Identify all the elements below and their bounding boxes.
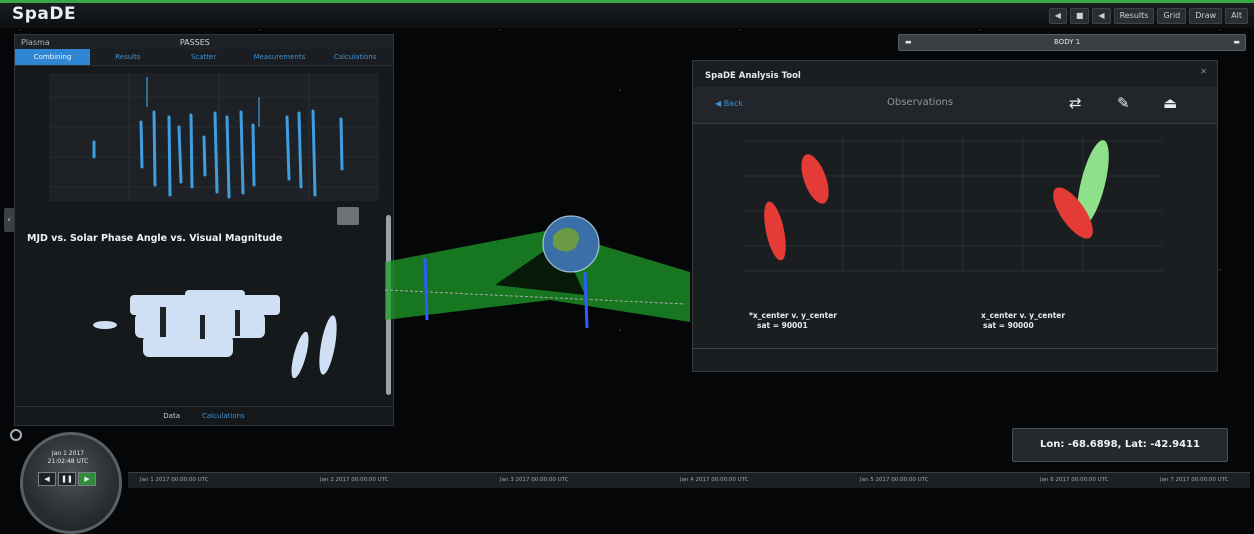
playback-controls: ◀ ❚❚ ▶ [38, 472, 96, 486]
coordinates-readout: Lon: -68.6898, Lat: -42.9411 [1012, 428, 1228, 462]
toolbar-button-results[interactable]: Results [1113, 8, 1155, 24]
footer-tab-calculations[interactable]: Calculations [202, 407, 245, 425]
observations-label: Observations [887, 97, 954, 108]
upload-icon[interactable]: ⏏ [1163, 94, 1177, 112]
dropdown-label: BODY 1 [1054, 38, 1081, 46]
analysis-tool-panel: SpaDE Analysis Tool ✕ ◀ Back Observation… [692, 60, 1218, 372]
analysis-toolbar: ◀ Back Observations ⇄ ✎ ⏏ [693, 87, 1217, 124]
clock-date-line2: 21:02:48 UTC [47, 458, 89, 465]
back-button[interactable]: ◀ Back [715, 99, 743, 108]
timeline-bar[interactable]: Jan 1 2017 00:00:00 UTC Jan 2 2017 00:00… [128, 472, 1250, 488]
right-series-label-line2: sat = 90000 [983, 321, 1034, 330]
app-title: SpaDE [12, 4, 77, 24]
toolbar-button-grid[interactable]: Grid [1157, 8, 1187, 24]
left-panel-header-title: PASSES [179, 37, 210, 47]
analysis-bottom-bar [693, 348, 1217, 371]
swap-icon[interactable]: ⇄ [1069, 94, 1082, 112]
toolbar-button-back[interactable]: ◀ [1048, 8, 1067, 24]
top-toolbar: ◀ ■ ◀ Results Grid Draw Alt [1048, 8, 1248, 24]
tab-calculations[interactable]: Calculations [317, 49, 393, 65]
tab-measurements[interactable]: Measurements [242, 49, 318, 65]
phase-angle-scatter-points [93, 290, 337, 379]
left-series-label: *x_center v. y_center sat = 90001 [749, 311, 837, 331]
timeline-tick: Jan 4 2017 00:00:00 UTC [680, 477, 749, 483]
series-sat-90001 [764, 154, 829, 261]
clock-date: Jan 1 2017 21:02:48 UTC [38, 450, 98, 466]
left-panel-header: Plasma PASSES [15, 35, 393, 49]
pencil-icon[interactable]: ✎ [1117, 94, 1130, 112]
left-panel-tabs: Combining Results Scatter Measurements C… [15, 49, 393, 66]
collapse-panel-handle[interactable]: ‹ [4, 208, 14, 232]
close-icon[interactable]: ✕ [1200, 67, 1207, 76]
timeline-tick: Jan 7 2017 00:00:00 UTC [1160, 477, 1229, 483]
toolbar-button-draw[interactable]: Draw [1189, 8, 1223, 24]
tab-results[interactable]: Results [90, 49, 166, 65]
rewind-icon[interactable]: ◀ [38, 472, 56, 486]
timeline-tick: Jan 5 2017 00:00:00 UTC [860, 477, 929, 483]
left-series-label-line1: *x_center v. y_center [749, 311, 837, 320]
timeline-tick: Jan 1 2017 00:00:00 UTC [140, 477, 209, 483]
timeline-tick: Jan 3 2017 00:00:00 UTC [500, 477, 569, 483]
toolbar-button-alt[interactable]: Alt [1225, 8, 1248, 24]
left-panel-header-label: Plasma [21, 37, 50, 47]
magnitude-chart [49, 73, 379, 201]
left-panel-footer: Data Calculations [15, 406, 393, 425]
clock-date-line1: Jan 1 2017 [51, 450, 85, 457]
chart-plot-area [49, 73, 379, 201]
tab-combining[interactable]: Combining [15, 49, 90, 65]
left-panel: Plasma PASSES Combining Results Scatter … [14, 34, 394, 426]
play-icon[interactable]: ▶ [78, 472, 96, 486]
observations-scatter-chart [743, 136, 1163, 272]
clock-widget: Jan 1 2017 21:02:48 UTC ◀ ❚❚ ▶ [8, 428, 126, 534]
dropdown-left-arrow-icon[interactable]: ▬ [905, 35, 912, 50]
timeline-tick: Jan 6 2017 00:00:00 UTC [1040, 477, 1109, 483]
left-series-label-line2: sat = 90001 [757, 321, 808, 330]
analysis-title: SpaDE Analysis Tool [705, 71, 801, 81]
toolbar-button-prev[interactable]: ◀ [1092, 8, 1111, 24]
right-series-label: x_center v. y_center sat = 90000 [981, 311, 1065, 331]
dropdown-right-arrow-icon[interactable]: ▬ [1233, 35, 1240, 50]
object-select-dropdown[interactable]: ▬ BODY 1 ▬ [898, 34, 1246, 51]
tab-scatter[interactable]: Scatter [166, 49, 242, 65]
timeline-tick: Jan 2 2017 00:00:00 UTC [320, 477, 389, 483]
toolbar-button-stop[interactable]: ■ [1069, 8, 1090, 24]
pause-icon[interactable]: ❚❚ [58, 472, 76, 486]
phase-angle-scatter-chart [93, 290, 337, 379]
top-bar: SpaDE ◀ ■ ◀ Results Grid Draw Alt [0, 0, 1254, 28]
chart2-title: MJD vs. Solar Phase Angle vs. Visual Mag… [27, 233, 283, 244]
footer-tab-data[interactable]: Data [163, 407, 180, 425]
chart-resize-button[interactable] [337, 207, 359, 225]
globe-scene [385, 215, 690, 329]
right-series-label-line1: x_center v. y_center [981, 311, 1066, 320]
